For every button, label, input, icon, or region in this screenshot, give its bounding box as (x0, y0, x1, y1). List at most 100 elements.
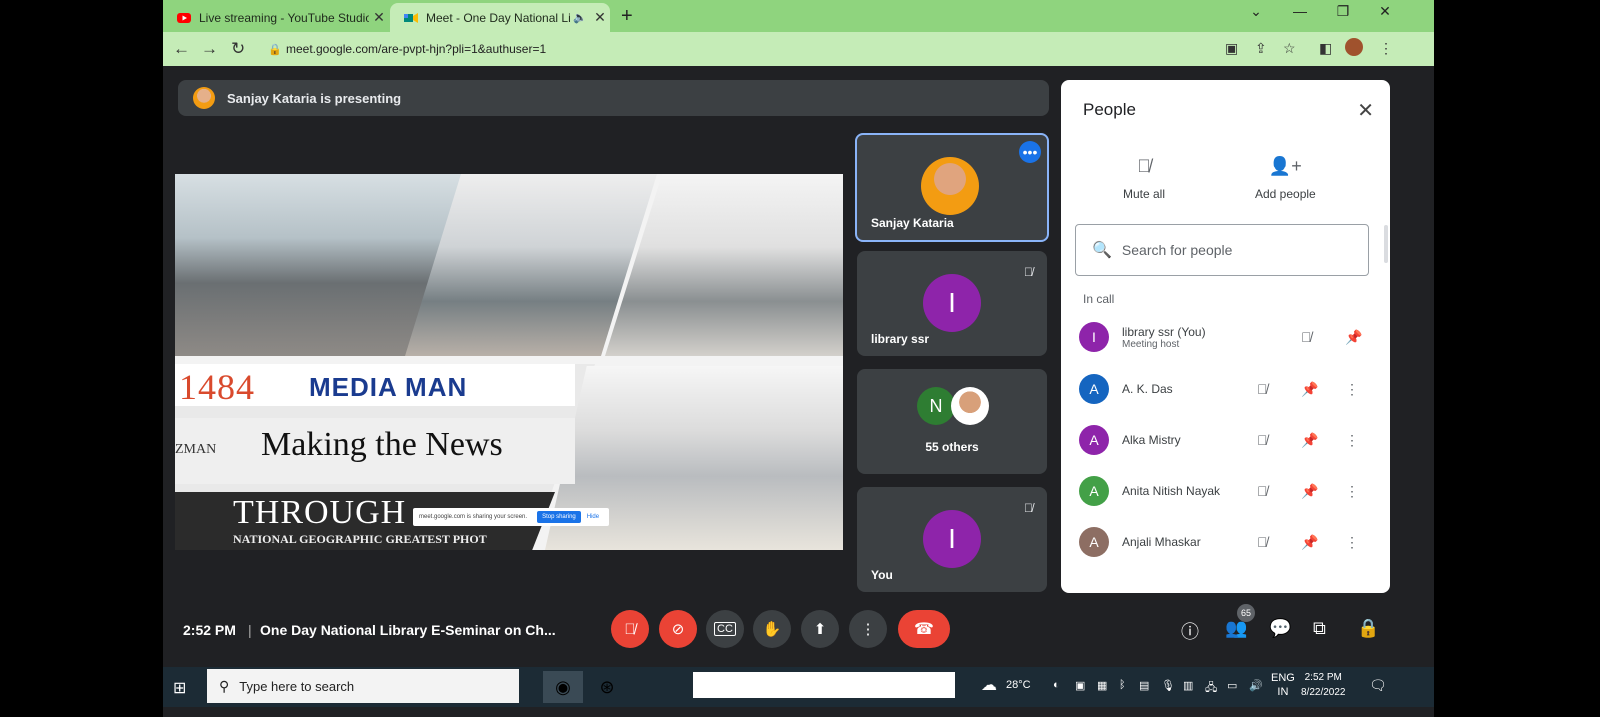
close-tab-icon[interactable]: ✕ (369, 9, 389, 26)
menu-dots-icon[interactable]: ⋮ (1379, 40, 1393, 57)
people-search-input[interactable]: 🔍 Search for people (1075, 224, 1369, 276)
chevron-down-icon[interactable]: ⌄ (1241, 3, 1271, 20)
speaker-icon[interactable]: 🔈 (570, 11, 590, 24)
tab-youtube-studio[interactable]: Live streaming - YouTube Studio ✕ (163, 3, 389, 32)
mic-icon[interactable]: 🎙 (1161, 679, 1175, 692)
book-text-through: THROUGH (233, 494, 407, 531)
minimize-icon[interactable]: — (1285, 3, 1315, 19)
participant-row[interactable]: I library ssr (You) Meeting host 🎙̸ 📌 (1079, 317, 1369, 357)
restore-icon[interactable]: ❐ (1328, 3, 1358, 20)
mic-toggle-button[interactable]: 🎙̸ (611, 610, 649, 648)
more-vert-icon[interactable]: ⋮ (1345, 534, 1359, 551)
info-icon[interactable]: ⓘ (1181, 618, 1199, 644)
tile-avatar: I (923, 274, 981, 332)
activities-icon[interactable]: ⧉ (1313, 618, 1326, 639)
pin-icon[interactable]: 📌 (1301, 432, 1318, 449)
taskbar-address-input[interactable] (693, 672, 955, 698)
star-icon[interactable]: ☆ (1283, 40, 1296, 57)
participant-row[interactable]: A A. K. Das 🎙̸ 📌 ⋮ (1079, 369, 1369, 409)
mic-off-icon[interactable]: 🎙̸ (1257, 432, 1268, 448)
chat-icon[interactable]: 💬 (1269, 618, 1291, 639)
scrollbar[interactable] (1384, 225, 1388, 263)
profile-avatar[interactable] (1345, 38, 1363, 56)
volume-icon[interactable]: 🔊 (1249, 679, 1263, 692)
tray-app-icon[interactable]: ▦ (1097, 679, 1107, 692)
pin-icon[interactable]: 📌 (1301, 381, 1318, 398)
more-vert-icon[interactable]: ⋮ (1345, 432, 1359, 449)
mic-off-icon[interactable]: 🎙̸ (1257, 534, 1268, 550)
taskbar-search-box[interactable]: ⚲ Type here to search (207, 669, 519, 703)
tile-you[interactable]: I 🎙̸ You (857, 487, 1047, 592)
leave-call-button[interactable]: ☎ (898, 610, 950, 648)
host-controls-icon[interactable]: 🔒 (1357, 618, 1379, 639)
book-text-making-news: Making the News (261, 426, 503, 463)
participant-name: Alka Mistry (1122, 433, 1181, 447)
stop-sharing-button[interactable]: Stop sharing (537, 511, 581, 523)
tile-library-ssr[interactable]: I 🎙̸ library ssr (857, 251, 1047, 356)
clock-time: 2:52 PM (1304, 672, 1342, 683)
tile-name: library ssr (871, 332, 930, 346)
url-text: meet.google.com/are-pvpt-hjn?pli=1&authu… (286, 42, 547, 56)
captions-button[interactable]: CC (706, 610, 744, 648)
mic-off-icon[interactable]: 🎙̸ (1301, 329, 1312, 345)
sidepanel-icon[interactable]: ◧ (1319, 40, 1332, 57)
chrome-icon[interactable]: ◉ (543, 671, 583, 703)
more-options-icon[interactable]: ••• (1019, 141, 1041, 163)
present-button[interactable]: ⬆ (801, 610, 839, 648)
more-vert-icon[interactable]: ⋮ (1345, 381, 1359, 398)
close-tab-icon[interactable]: ✕ (590, 9, 610, 26)
more-options-button[interactable]: ⋮ (849, 610, 887, 648)
windows-start-icon[interactable]: ⊞ (173, 678, 186, 698)
url-field[interactable]: 🔒 meet.google.com/are-pvpt-hjn?pli=1&aut… (260, 36, 1298, 62)
sharing-prompt-text: meet.google.com is sharing your screen. (419, 514, 528, 520)
language-indicator[interactable]: ENG IN (1271, 671, 1295, 699)
screen-recorder-icon[interactable]: ⊛ (587, 671, 627, 703)
pin-icon[interactable]: 📌 (1345, 329, 1362, 346)
new-tab-plus-icon[interactable]: + (621, 5, 633, 28)
participant-row[interactable]: A Anjali Mhaskar 🎙̸ 📌 ⋮ (1079, 522, 1369, 562)
meeting-name: One Day National Library E-Seminar on Ch… (260, 622, 556, 638)
tray-app-icon[interactable]: ▤ (1139, 679, 1149, 692)
raise-hand-button[interactable]: ✋ (753, 610, 791, 648)
close-icon[interactable]: ✕ (1357, 98, 1374, 123)
participant-avatar: A (1079, 374, 1109, 404)
participant-row[interactable]: A Alka Mistry 🎙̸ 📌 ⋮ (1079, 420, 1369, 460)
camera-toggle-button[interactable]: ⊘ (659, 610, 697, 648)
tile-name: Sanjay Kataria (871, 216, 954, 230)
reload-icon[interactable]: ↻ (231, 39, 245, 59)
back-arrow-icon[interactable]: ← (173, 39, 190, 59)
tile-others[interactable]: N 55 others (857, 369, 1047, 474)
more-vert-icon[interactable]: ⋮ (1345, 483, 1359, 500)
notification-icon[interactable]: 🗨 (1369, 677, 1387, 694)
tile-sanjay-kataria[interactable]: ••• Sanjay Kataria (855, 133, 1049, 242)
phone-hangup-icon: ☎ (914, 621, 934, 638)
people-panel: People ✕ 🎙̸ Mute all 👤+ Add people 🔍 Sea… (1061, 80, 1390, 593)
tray-app-icon[interactable]: ◐ (1053, 679, 1060, 691)
camera-blocked-icon[interactable]: ▣ (1225, 40, 1238, 57)
add-people-button[interactable]: 👤+ Add people (1255, 156, 1316, 201)
browser-tab-bar: Live streaming - YouTube Studio ✕ Meet -… (163, 0, 1434, 32)
mic-off-icon[interactable]: 🎙̸ (1257, 483, 1268, 499)
network-icon[interactable]: 🖧 (1205, 679, 1217, 698)
hide-button[interactable]: Hide (587, 514, 599, 520)
participant-name: Anjali Mhaskar (1122, 535, 1201, 549)
battery-icon[interactable]: ▭ (1227, 679, 1237, 692)
participant-row[interactable]: A Anita Nitish Nayak 🎙̸ 📌 ⋮ (1079, 471, 1369, 511)
share-icon[interactable]: ⇪ (1255, 40, 1267, 57)
close-window-icon[interactable]: ✕ (1370, 3, 1400, 20)
forward-arrow-icon[interactable]: → (201, 39, 218, 59)
mute-all-button[interactable]: 🎙̸ Mute all (1123, 156, 1165, 201)
hand-icon: ✋ (762, 621, 782, 638)
pin-icon[interactable]: 📌 (1301, 534, 1318, 551)
tab-meet[interactable]: Meet - One Day National Lib 🔈 ✕ (390, 3, 610, 32)
tray-app-icon[interactable]: ▣ (1075, 679, 1085, 692)
shared-screen: 1484 MEDIA MAN ZMAN Making the News THRO… (175, 174, 843, 550)
participant-name: Anita Nitish Nayak (1122, 484, 1221, 498)
tray-app-icon[interactable]: ▥ (1183, 679, 1193, 692)
participant-role: Meeting host (1122, 338, 1180, 350)
mic-off-icon[interactable]: 🎙̸ (1257, 381, 1268, 397)
bluetooth-icon[interactable]: ᛒ (1119, 679, 1126, 691)
others-avatar: N (917, 387, 955, 425)
pin-icon[interactable]: 📌 (1301, 483, 1318, 500)
taskbar-clock[interactable]: 2:52 PM 8/22/2022 (1301, 670, 1346, 700)
